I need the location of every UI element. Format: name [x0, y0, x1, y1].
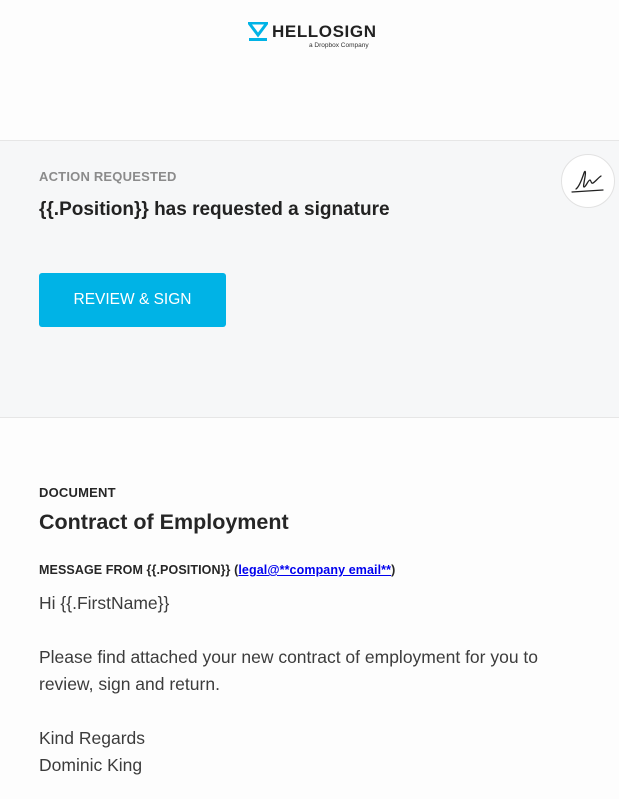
signature-badge: [561, 154, 615, 208]
hellosign-logo: HELLOSIGN a Dropbox Company: [248, 22, 380, 52]
message-body-line-2: review, sign and return.: [39, 674, 220, 694]
action-title: {{.Position}} has requested a signature: [39, 199, 390, 220]
email-header: HELLOSIGN a Dropbox Company: [0, 0, 619, 141]
sender-email-link[interactable]: legal@**company email**: [238, 563, 391, 577]
message-from-line: MESSAGE FROM {{.POSITION}} (legal@**comp…: [39, 563, 395, 577]
hellosign-logo-icon: [248, 22, 268, 41]
brand-name: HELLOSIGN: [272, 22, 377, 41]
message-from-prefix: MESSAGE FROM {{.POSITION}} (: [39, 563, 239, 577]
review-and-sign-button[interactable]: REVIEW & SIGN: [39, 273, 226, 327]
action-requested-label: ACTION REQUESTED: [39, 169, 177, 184]
action-section: ACTION REQUESTED {{.Position}} has reque…: [0, 141, 619, 418]
document-section: DOCUMENT Contract of Employment MESSAGE …: [0, 418, 619, 799]
email-page: HELLOSIGN a Dropbox Company ACTION REQUE…: [0, 0, 619, 799]
message-signer: Dominic King: [39, 755, 143, 775]
message-closing: Kind Regards: [39, 728, 146, 748]
document-title: Contract of Employment: [39, 510, 289, 534]
signature-icon: [571, 170, 604, 193]
message-body: Hi {{.FirstName}} Please find attached y…: [39, 590, 579, 779]
message-greeting: Hi {{.FirstName}}: [39, 593, 170, 613]
document-label: DOCUMENT: [39, 485, 116, 500]
message-from-suffix: ): [391, 563, 396, 577]
brand-tagline: a Dropbox Company: [309, 42, 369, 49]
message-body-line-1: Please find attached your new contract o…: [39, 647, 539, 667]
